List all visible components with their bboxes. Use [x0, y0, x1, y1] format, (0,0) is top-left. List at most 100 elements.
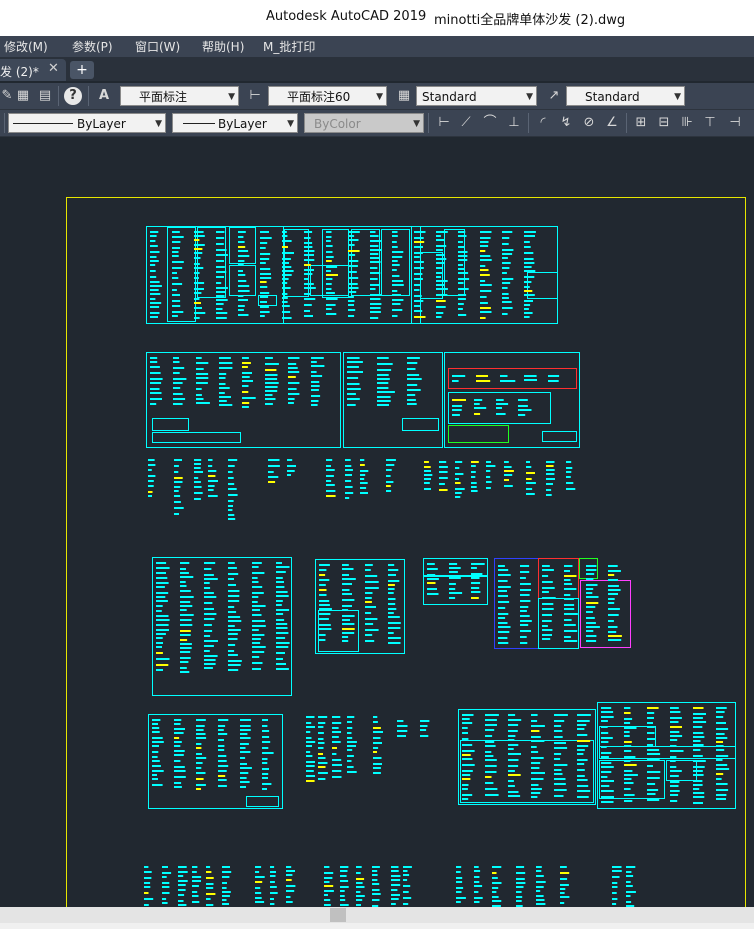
- layer-properties-icon[interactable]: ▦: [14, 87, 32, 105]
- drawing-linework: [204, 608, 214, 610]
- new-tab-button[interactable]: +: [70, 61, 94, 79]
- drawing-linework: [228, 633, 238, 635]
- drawing-linework: [180, 657, 191, 659]
- drawing-linework: [174, 750, 185, 752]
- help-icon[interactable]: ?: [64, 87, 82, 105]
- menu-parametric[interactable]: 参数(P): [72, 38, 113, 55]
- drawing-linework: [196, 762, 203, 764]
- drawing-linework: [347, 737, 353, 739]
- menu-batch-plot[interactable]: M_批打印: [263, 38, 315, 55]
- drawing-linework: [332, 731, 341, 733]
- drawing-linework: [265, 378, 278, 380]
- table-style-dropdown[interactable]: Standard ▼: [416, 86, 537, 106]
- drawing-linework: [288, 382, 300, 384]
- drawing-linework: [218, 745, 225, 747]
- drawing-canvas[interactable]: [0, 137, 754, 907]
- aligned-dimension-icon[interactable]: ⟋: [457, 114, 475, 132]
- arc-length-icon[interactable]: ⌒: [481, 114, 499, 132]
- drawing-linework: [474, 870, 481, 872]
- drawing-linework: [612, 898, 618, 900]
- drawing-linework: [492, 896, 499, 898]
- drawing-linework: [196, 373, 209, 375]
- drawing-linework: [427, 574, 436, 576]
- drawing-linework: [716, 711, 725, 713]
- drawing-linework: [564, 570, 570, 572]
- drawing-linework: [324, 894, 328, 896]
- drawing-linework: [222, 891, 231, 893]
- drawing-linework: [502, 249, 514, 251]
- drawing-linework: [148, 495, 152, 497]
- drawing-linework: [347, 366, 359, 368]
- drawing-linework: [240, 763, 247, 765]
- table-style-value: Standard: [422, 90, 477, 104]
- drawing-linework: [180, 634, 191, 636]
- radius-dimension-icon[interactable]: ◜: [534, 114, 552, 132]
- drawing-linework: [360, 492, 368, 494]
- drawing-linework: [268, 459, 280, 461]
- drawing-linework: [150, 366, 160, 368]
- baseline-dimension-icon[interactable]: ⊟: [655, 114, 673, 132]
- drawing-linework: [276, 637, 286, 639]
- ordinate-dimension-icon[interactable]: ⊥: [505, 114, 523, 132]
- drawing-linework: [693, 726, 703, 728]
- drawing-linework: [424, 461, 429, 463]
- table-style-icon[interactable]: ▦: [395, 87, 413, 105]
- drawing-linework: [218, 719, 229, 721]
- menu-help[interactable]: 帮助(H): [202, 38, 244, 55]
- drawing-linework: [524, 258, 534, 260]
- drawing-linework: [180, 624, 193, 626]
- drawing-linework: [458, 288, 469, 290]
- quick-dimension-icon[interactable]: ⊞: [632, 114, 650, 132]
- horizontal-scrollbar[interactable]: [0, 907, 754, 923]
- drawing-linework: [194, 492, 203, 494]
- drawing-linework: [480, 302, 488, 304]
- drawing-linework: [485, 724, 497, 726]
- drawing-linework: [162, 898, 167, 900]
- text-style-dropdown[interactable]: 平面标注 ▼: [120, 86, 239, 106]
- scrollbar-thumb[interactable]: [330, 908, 346, 922]
- dimension-space-icon[interactable]: ⊤: [701, 114, 719, 132]
- drawing-linework: [370, 307, 381, 309]
- drawing-linework: [420, 720, 430, 722]
- dimension-style-dropdown[interactable]: 平面标注60 ▼: [268, 86, 387, 106]
- menu-modify[interactable]: 修改(M): [4, 38, 48, 55]
- drawing-linework: [403, 870, 408, 872]
- drawing-linework: [345, 474, 352, 476]
- tab-drawing[interactable]: 发 (2)* ✕: [0, 59, 66, 81]
- drawing-linework: [392, 275, 400, 277]
- jogged-dimension-icon[interactable]: ↯: [557, 114, 575, 132]
- drawing-linework: [526, 493, 535, 495]
- lineweight-dropdown[interactable]: ByLayer ▼: [172, 113, 298, 133]
- drawing-linework: [608, 631, 617, 633]
- drawing-border: [579, 558, 598, 579]
- drawing-linework: [531, 796, 538, 798]
- drawing-linework: [520, 594, 530, 596]
- angular-dimension-icon[interactable]: ∠: [603, 114, 621, 132]
- calculator-icon[interactable]: ▤: [36, 87, 54, 105]
- drawing-linework: [178, 894, 185, 896]
- dimension-break-icon[interactable]: ⊣: [726, 114, 744, 132]
- linear-dimension-icon[interactable]: ⊢: [435, 114, 453, 132]
- text-style-icon[interactable]: A: [95, 87, 113, 105]
- drawing-linework: [436, 245, 447, 247]
- multileader-style-icon[interactable]: ↗: [545, 87, 563, 105]
- drawing-linework: [498, 580, 508, 582]
- multileader-style-dropdown[interactable]: Standard ▼: [566, 86, 685, 106]
- drawing-linework: [319, 600, 330, 602]
- plotstyle-dropdown[interactable]: ByColor ▼: [304, 113, 424, 133]
- drawing-linework: [388, 642, 401, 644]
- drawing-linework: [414, 252, 423, 254]
- linetype-dropdown[interactable]: ByLayer ▼: [8, 113, 166, 133]
- menu-window[interactable]: 窗口(W): [135, 38, 180, 55]
- drawing-linework: [222, 895, 230, 897]
- dimension-style-icon[interactable]: ⊢: [246, 87, 264, 105]
- drawing-linework: [388, 580, 400, 582]
- drawing-linework: [228, 611, 237, 613]
- drawing-linework: [546, 469, 555, 471]
- drawing-linework: [455, 492, 462, 494]
- continue-dimension-icon[interactable]: ⊪: [678, 114, 696, 132]
- drawing-linework: [716, 716, 724, 718]
- close-icon[interactable]: ✕: [48, 61, 59, 76]
- drawing-linework: [156, 624, 169, 626]
- diameter-dimension-icon[interactable]: ⊘: [580, 114, 598, 132]
